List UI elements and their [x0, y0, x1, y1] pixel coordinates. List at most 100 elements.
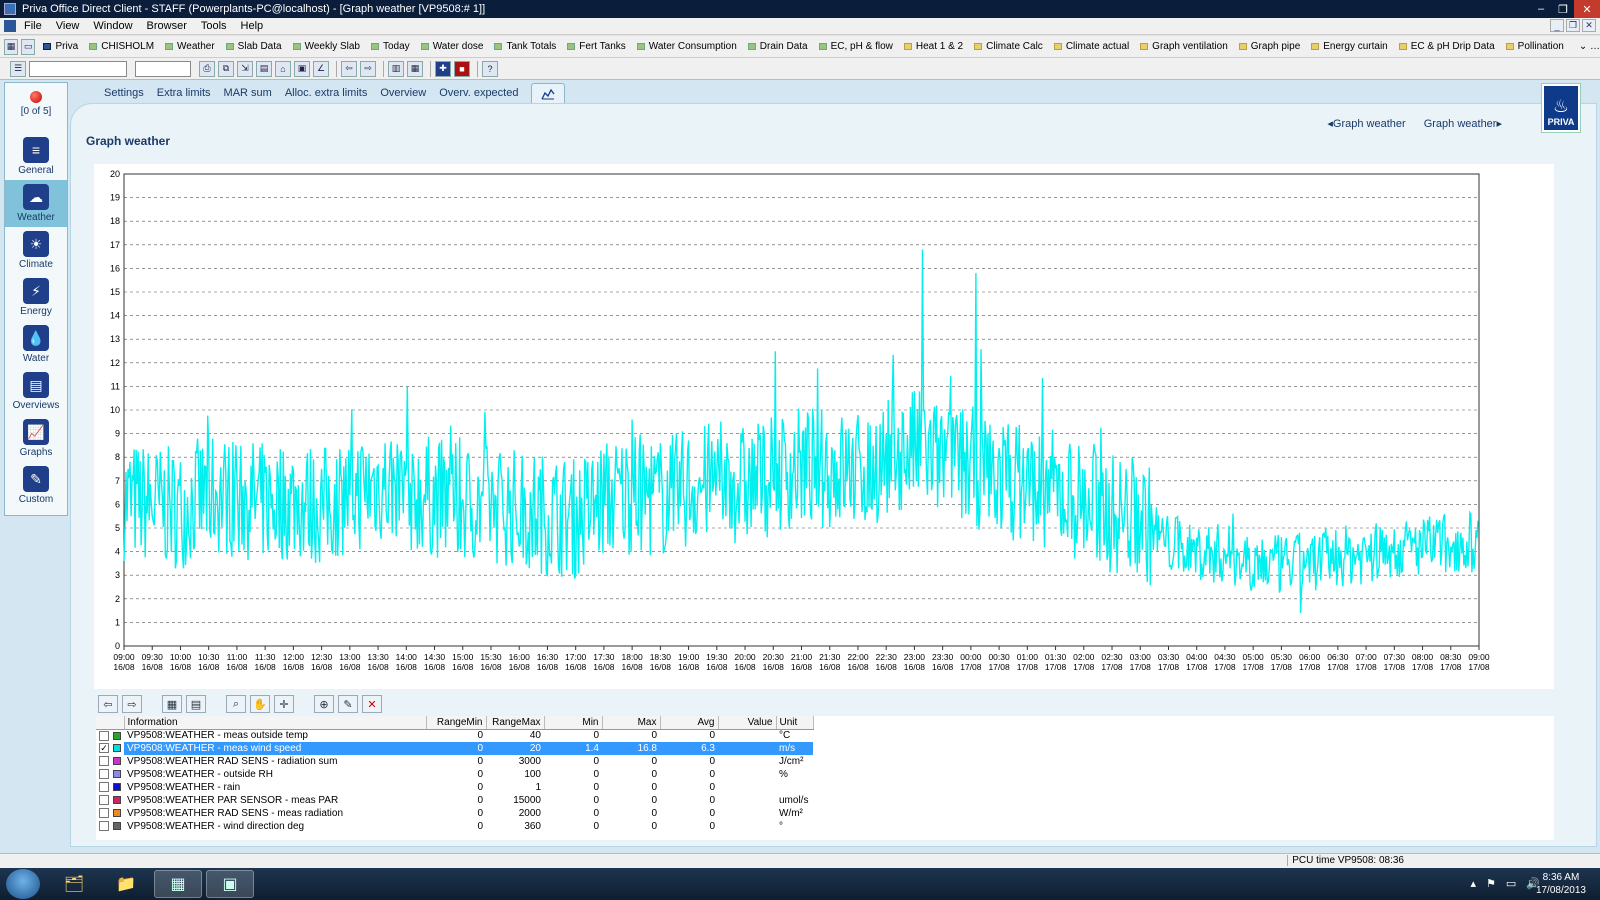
bookmark-ec-ph-drip-data[interactable]: EC & pH Drip Data — [1398, 41, 1495, 52]
mdi-restore-button[interactable]: ❐ — [1566, 19, 1580, 32]
row-select-cell[interactable]: ✓ — [96, 742, 124, 755]
crosshair-icon[interactable]: ✛ — [274, 695, 294, 713]
table-row[interactable]: VP9508:WEATHER RAD SENS - radiation sum 0… — [96, 755, 813, 768]
row-select-cell[interactable] — [96, 807, 124, 820]
explorer-icon[interactable]: 🗂 — [50, 870, 98, 898]
alarm-indicator[interactable]: [0 of 5] — [5, 83, 67, 133]
bookmark-graph-ventilation[interactable]: Graph ventilation — [1140, 41, 1228, 52]
bookmark-energy-curtain[interactable]: Energy curtain — [1311, 41, 1388, 52]
copy-icon[interactable]: ⧉ — [218, 60, 234, 77]
row-select-cell[interactable] — [96, 820, 124, 833]
bookmark-water-dose[interactable]: Water dose — [420, 41, 483, 52]
table-view-icon[interactable]: ▦ — [162, 695, 182, 713]
menu-file[interactable]: File — [24, 20, 42, 32]
series-checkbox[interactable]: ✓ — [99, 743, 109, 754]
table-row[interactable]: ✓ VP9508:WEATHER - meas wind speed 0 20 1.4 1… — [96, 742, 813, 755]
start-button[interactable] — [6, 869, 40, 899]
row-select-cell[interactable] — [96, 755, 124, 768]
taskbar-clock[interactable]: 8:36 AM 17/08/2013 — [1536, 871, 1586, 897]
table-row[interactable]: VP9508:WEATHER PAR SENSOR - meas PAR 0 150… — [96, 794, 813, 807]
series-checkbox[interactable] — [99, 782, 109, 793]
tab-mar-sum[interactable]: MAR sum — [224, 87, 272, 99]
print-icon[interactable]: ⎙ — [199, 60, 215, 77]
header-rangemin[interactable]: RangeMin — [426, 716, 487, 730]
wind-speed-chart[interactable]: 0123456789101112131415161718192009:0016/… — [94, 164, 1554, 689]
bookmark-climate-calc[interactable]: Climate Calc — [974, 41, 1043, 52]
chart-area[interactable]: 0 1 2 3 4 5 6 7 8 9 10 11 12 13 14 15 16 17 18 19 20 09:00 16/… — [94, 164, 1554, 689]
table-row[interactable]: VP9508:WEATHER RAD SENS - meas radiation… — [96, 807, 813, 820]
nav-item-water[interactable]: 💧 Water — [5, 321, 67, 368]
calculator-icon[interactable]: ▦ — [407, 60, 423, 77]
bookmark-today[interactable]: Today — [371, 41, 410, 52]
export-icon[interactable]: ⇲ — [237, 60, 253, 77]
bookmark-ec-ph-flow[interactable]: EC, pH & flow — [818, 41, 893, 52]
mdi-minimize-button[interactable]: _ — [1550, 19, 1564, 32]
series-checkbox[interactable] — [99, 795, 109, 806]
stop-icon[interactable]: ■ — [454, 60, 470, 77]
minimize-button[interactable]: – — [1530, 0, 1552, 18]
legend-icon[interactable]: ▤ — [186, 695, 206, 713]
row-select-cell[interactable] — [96, 768, 124, 781]
table-row[interactable]: VP9508:WEATHER - outside RH 0 100 0 0 0% — [96, 768, 813, 781]
bookmark-heat-1-2[interactable]: Heat 1 & 2 — [903, 41, 963, 52]
flag-icon[interactable]: ⚑ — [1486, 877, 1496, 890]
chevron-down-icon[interactable]: ⌄ … — [1579, 41, 1600, 52]
series-checkbox[interactable] — [99, 756, 109, 767]
menu-browser[interactable]: Browser — [147, 20, 187, 32]
plus-icon[interactable]: ✚ — [435, 60, 451, 77]
table-row[interactable]: VP9508:WEATHER - rain 0 1 0 0 0 — [96, 781, 813, 794]
bookmark-priva[interactable]: Priva — [43, 41, 78, 52]
add-series-icon[interactable]: ⊕ — [314, 695, 334, 713]
bookmark-drain-data[interactable]: Drain Data — [747, 41, 808, 52]
mdi-close-button[interactable]: ✕ — [1582, 19, 1596, 32]
bookmark-pollination[interactable]: Pollination — [1505, 41, 1564, 52]
bookmark-fert-tanks[interactable]: Fert Tanks — [567, 41, 626, 52]
header-information[interactable]: Information — [124, 716, 427, 730]
tab-extra-limits[interactable]: Extra limits — [157, 87, 211, 99]
tab-overview[interactable]: Overview — [380, 87, 426, 99]
row-select-cell[interactable] — [96, 781, 124, 794]
restore-button[interactable]: ❐ — [1552, 0, 1574, 18]
menu-window[interactable]: Window — [93, 20, 132, 32]
folder-icon[interactable]: 📁 — [102, 870, 150, 898]
tab-overview-expected[interactable]: Overv. expected — [439, 87, 518, 99]
bookmark-tank-totals[interactable]: Tank Totals — [494, 41, 556, 52]
help-icon[interactable]: ? — [482, 60, 498, 77]
table-icon[interactable]: ▥ — [388, 60, 404, 77]
header-unit[interactable]: Unit — [776, 716, 814, 730]
delete-series-icon[interactable]: ✕ — [362, 695, 382, 713]
menu-help[interactable]: Help — [241, 20, 264, 32]
bookmark-weekly-slab[interactable]: Weekly Slab — [292, 41, 360, 52]
edit-series-icon[interactable]: ✎ — [338, 695, 358, 713]
nav-item-custom[interactable]: ✎ Custom — [5, 462, 67, 509]
header-value[interactable]: Value — [718, 716, 777, 730]
address-input[interactable] — [29, 60, 127, 77]
series-checkbox[interactable] — [99, 808, 109, 819]
scroll-left-icon[interactable]: ⇦ — [98, 695, 118, 713]
image-icon[interactable]: ▣ — [294, 60, 310, 77]
nav-item-graphs[interactable]: 📈 Graphs — [5, 415, 67, 462]
table-row[interactable]: VP9508:WEATHER - wind direction deg 0 360 0… — [96, 820, 813, 833]
tab-alloc-extra-limits[interactable]: Alloc. extra limits — [285, 87, 368, 99]
forward-icon[interactable]: ⇨ — [360, 60, 376, 77]
network-icon[interactable]: ▭ — [1506, 877, 1516, 890]
previous-page-link[interactable]: ◂Graph weather — [1327, 117, 1405, 130]
report-icon[interactable]: ▤ — [256, 60, 272, 77]
nav-item-overviews[interactable]: ▤ Overviews — [5, 368, 67, 415]
nav-item-climate[interactable]: ☀ Climate — [5, 227, 67, 274]
series-checkbox[interactable] — [99, 769, 109, 780]
bookmark-water-consumption[interactable]: Water Consumption — [636, 41, 737, 52]
back-icon[interactable]: ⇦ — [341, 60, 357, 77]
bookmark-chisholm[interactable]: CHISHOLM — [89, 41, 154, 52]
bookmark-graph-pipe[interactable]: Graph pipe — [1238, 41, 1300, 52]
row-select-cell[interactable] — [96, 794, 124, 807]
pan-hand-icon[interactable]: ✋ — [250, 695, 270, 713]
next-page-link[interactable]: Graph weather▸ — [1424, 117, 1502, 130]
header-min[interactable]: Min — [544, 716, 603, 730]
nav-item-general[interactable]: ≡ General — [5, 133, 67, 180]
close-button[interactable]: ✕ — [1574, 0, 1600, 18]
zoom-icon[interactable]: ⌕ — [226, 695, 246, 713]
nav-item-energy[interactable]: ⚡ Energy — [5, 274, 67, 321]
table-row[interactable]: VP9508:WEATHER - meas outside temp 0 40 0 0 0… — [96, 729, 813, 742]
header-rangemax[interactable]: RangeMax — [486, 716, 545, 730]
